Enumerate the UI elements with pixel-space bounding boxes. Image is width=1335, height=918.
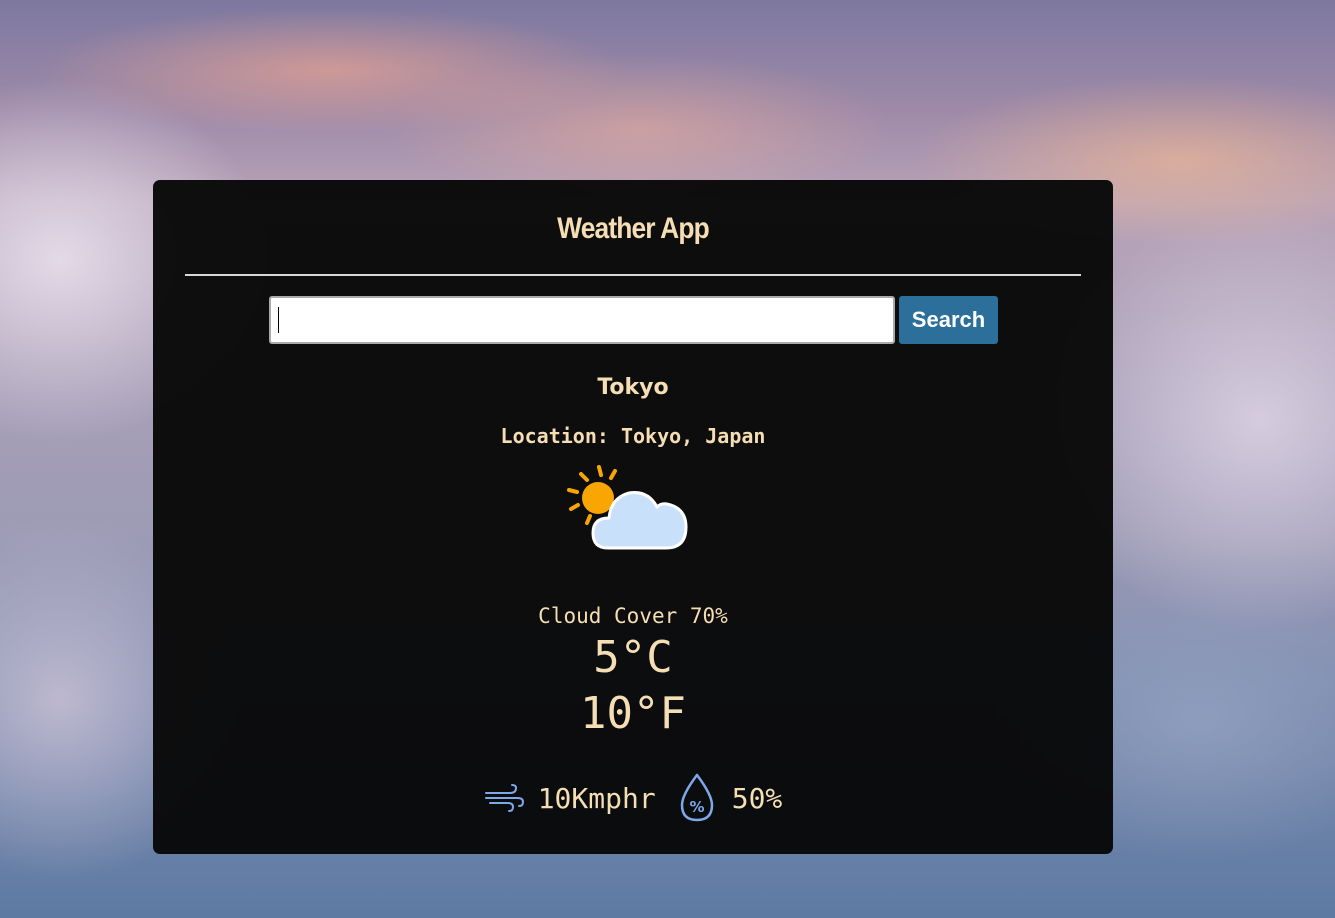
wind-speed: 10Kmphr bbox=[537, 781, 656, 815]
humidity-value: 50% bbox=[731, 781, 783, 815]
weather-stats: 10Kmphr % 50% bbox=[153, 772, 1113, 824]
text-caret bbox=[278, 307, 279, 333]
location-text: Location: Tokyo, Japan bbox=[500, 424, 766, 448]
svg-text:%: % bbox=[689, 798, 704, 816]
app-title: Weather App bbox=[557, 212, 710, 245]
search-bar: Search bbox=[269, 296, 998, 344]
weather-card: Weather App Search Tokyo Location: Tokyo… bbox=[153, 180, 1113, 854]
temperature-fahrenheit: 10°F bbox=[580, 688, 686, 739]
city-name: Tokyo bbox=[597, 375, 669, 400]
title-divider bbox=[185, 274, 1081, 276]
partly-cloudy-icon bbox=[567, 465, 688, 550]
wind-icon bbox=[484, 784, 524, 812]
search-button[interactable]: Search bbox=[899, 296, 998, 344]
temperature-celsius: 5°C bbox=[593, 632, 673, 683]
cloud-cover: Cloud Cover 70% bbox=[538, 604, 728, 628]
search-input[interactable] bbox=[269, 296, 895, 344]
humidity-icon: % bbox=[680, 773, 713, 822]
